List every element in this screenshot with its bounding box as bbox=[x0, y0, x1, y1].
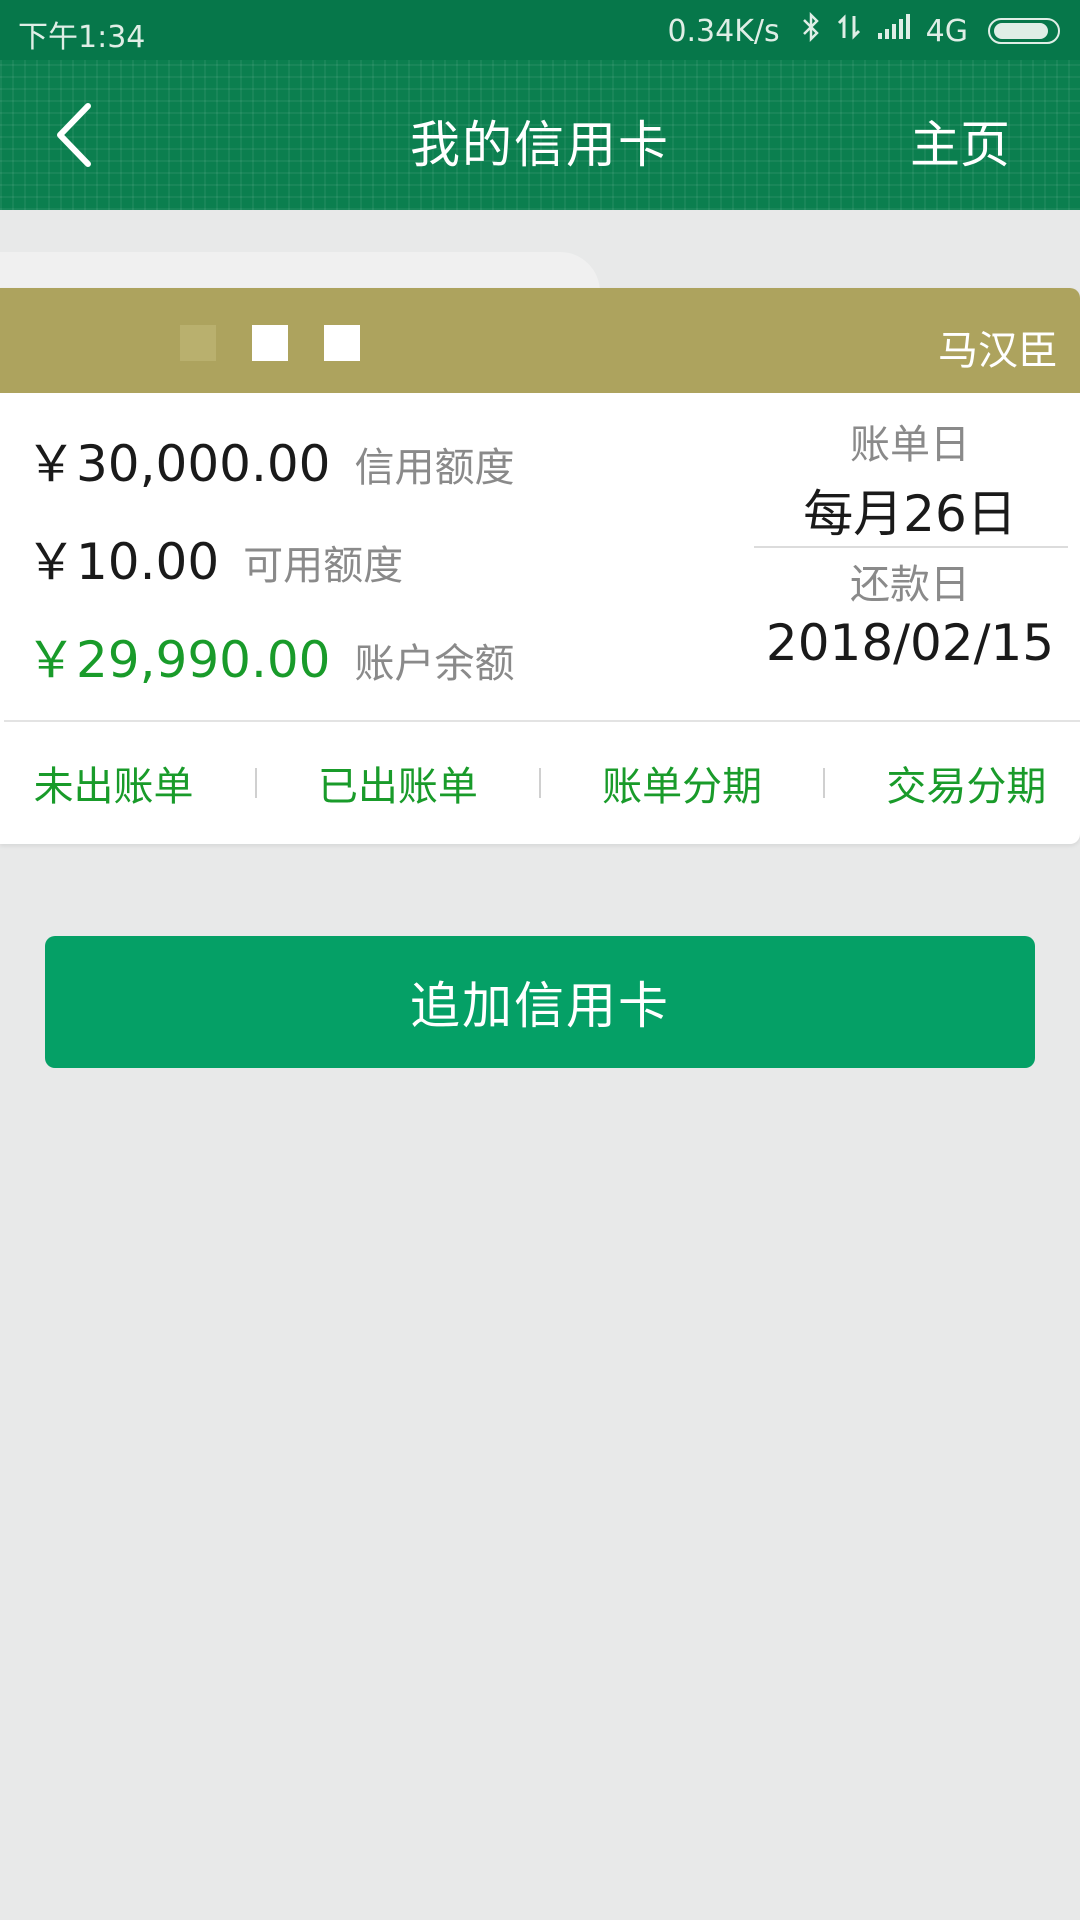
status-time: 下午1:34 bbox=[18, 20, 146, 55]
signal-icon bbox=[876, 13, 912, 49]
repayment-day-label: 还款日 bbox=[850, 562, 970, 608]
mask-square bbox=[180, 325, 216, 361]
mask-square bbox=[252, 325, 288, 361]
status-bar: 下午1:34 0.34K/s 4G bbox=[0, 0, 1080, 60]
card-holder-name: 马汉臣 bbox=[938, 328, 1058, 374]
card-stack-shadow bbox=[0, 252, 600, 292]
unbilled-statement-link[interactable]: 未出账单 bbox=[28, 754, 200, 812]
card-number-mask bbox=[180, 325, 360, 361]
available-limit-value: ￥10.00 bbox=[26, 533, 220, 591]
action-separator bbox=[254, 768, 257, 798]
action-separator bbox=[538, 768, 541, 798]
mask-square bbox=[324, 325, 360, 361]
available-limit-label: 可用额度 bbox=[243, 543, 404, 589]
billed-statement-link[interactable]: 已出账单 bbox=[312, 754, 484, 812]
credit-card-panel: 马汉臣 ￥30,000.00 信用额度 ￥10.00 可用额度 ￥29,990.… bbox=[0, 288, 1080, 844]
account-balance-row: ￥29,990.00 账户余额 bbox=[26, 620, 514, 692]
card-actions: 未出账单 已出账单 账单分期 交易分期 bbox=[0, 722, 1080, 844]
status-indicators: 0.34K/s 4G bbox=[667, 11, 1060, 50]
account-balance-value: ￥29,990.00 bbox=[26, 631, 331, 689]
battery-icon bbox=[988, 18, 1060, 44]
network-type: 4G bbox=[925, 13, 968, 49]
transaction-installment-link[interactable]: 交易分期 bbox=[880, 754, 1052, 812]
billing-day-label: 账单日 bbox=[850, 422, 970, 468]
repayment-day-block: 还款日 2018/02/15 bbox=[754, 552, 1066, 672]
credit-limit-row: ￥30,000.00 信用额度 bbox=[26, 424, 514, 496]
bluetooth-icon bbox=[800, 11, 822, 50]
repayment-day-value: 2018/02/15 bbox=[765, 614, 1055, 672]
card-banner[interactable]: 马汉臣 bbox=[0, 288, 1080, 393]
net-speed: 0.34K/s bbox=[667, 13, 780, 49]
credit-limit-label: 信用额度 bbox=[354, 445, 515, 491]
bill-installment-link[interactable]: 账单分期 bbox=[596, 754, 768, 812]
data-transfer-icon bbox=[836, 12, 862, 50]
add-credit-card-button[interactable]: 追加信用卡 bbox=[45, 936, 1035, 1068]
action-separator bbox=[823, 768, 826, 798]
billing-day-block: 账单日 每月26日 bbox=[754, 412, 1066, 546]
credit-limit-value: ￥30,000.00 bbox=[26, 435, 331, 493]
available-limit-row: ￥10.00 可用额度 bbox=[26, 522, 403, 594]
billing-day-value: 每月26日 bbox=[803, 485, 1017, 543]
info-divider bbox=[754, 546, 1068, 548]
home-button[interactable]: 主页 bbox=[910, 105, 1010, 177]
account-balance-label: 账户余额 bbox=[354, 641, 515, 687]
app-header: 我的信用卡 主页 bbox=[0, 60, 1080, 210]
